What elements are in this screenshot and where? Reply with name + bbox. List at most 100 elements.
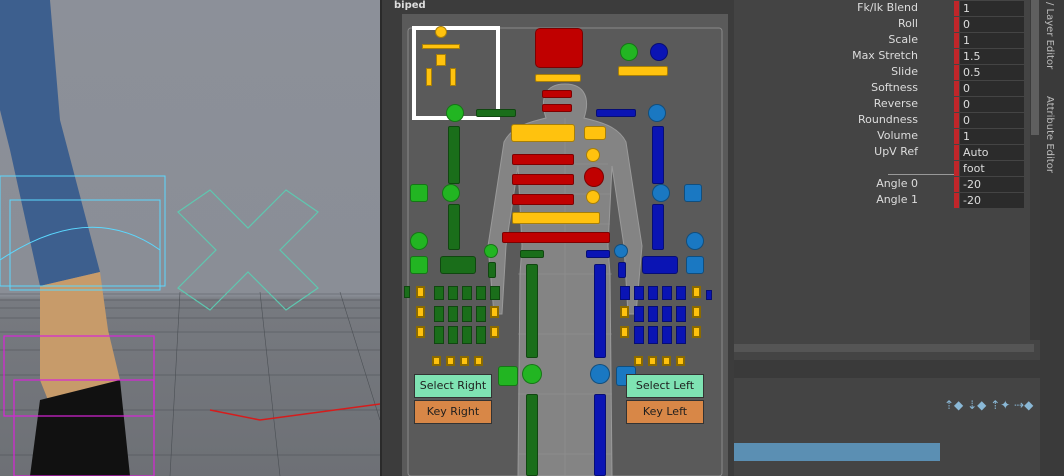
shin-left[interactable]	[594, 394, 606, 476]
knee-ik-left[interactable]	[590, 364, 610, 384]
finger-5-right[interactable]	[490, 286, 500, 300]
attr-value-field[interactable]: 1	[960, 33, 1024, 48]
thumb-dot-left[interactable]	[614, 244, 628, 258]
finger-4-right[interactable]	[476, 286, 486, 300]
mini-figure-head[interactable]	[435, 26, 447, 38]
attr-value-field[interactable]: 0	[960, 81, 1024, 96]
finger-dot-left-2[interactable]	[648, 356, 657, 366]
finger-dot-right-3[interactable]	[460, 356, 469, 366]
finger-1-left[interactable]	[620, 286, 630, 300]
finger-joint-left-3[interactable]	[692, 306, 701, 318]
finger-joint-right-3[interactable]	[490, 306, 499, 318]
select-right-button[interactable]: Select Right	[414, 374, 492, 398]
spine-dot-1[interactable]	[586, 148, 600, 162]
spine-fk-1[interactable]	[512, 154, 574, 165]
finger-2-left[interactable]	[634, 286, 644, 300]
hand-right[interactable]	[440, 256, 476, 274]
finger-7-left[interactable]	[648, 306, 658, 322]
spine-dot-2[interactable]	[586, 190, 600, 204]
finger-8-right[interactable]	[462, 306, 472, 322]
finger-joint-right-5[interactable]	[490, 326, 499, 338]
finger-1-right[interactable]	[434, 286, 444, 300]
finger-2-right[interactable]	[448, 286, 458, 300]
finger-11-right[interactable]	[448, 326, 458, 344]
elbow-ik-right[interactable]	[442, 184, 460, 202]
layer-tools-icons[interactable]: ⇡◆ ⇣◆ ⇡✦ ⇢◆	[944, 398, 1033, 412]
finger-dot-left-1[interactable]	[634, 356, 643, 366]
finger-dot-right-2[interactable]	[446, 356, 455, 366]
hip-left[interactable]	[586, 250, 610, 258]
finger-dot-left-3[interactable]	[662, 356, 671, 366]
attr-row[interactable]: foot	[734, 161, 1034, 176]
clavicle-ik-right[interactable]	[446, 104, 464, 122]
attr-row[interactable]: UpV Ref Auto	[734, 145, 1034, 160]
shoulder-left[interactable]	[596, 109, 636, 117]
attr-value-field[interactable]: 0	[960, 113, 1024, 128]
finger-9-left[interactable]	[676, 306, 686, 322]
neck-control[interactable]	[535, 74, 581, 82]
finger-13-left[interactable]	[676, 326, 686, 344]
attr-row[interactable]: Roundness 0	[734, 113, 1034, 128]
attr-row[interactable]: Softness 0	[734, 81, 1034, 96]
forearm-left[interactable]	[652, 204, 664, 250]
thumb-dot-right[interactable]	[484, 244, 498, 258]
mini-figure-leg-l[interactable]	[450, 68, 456, 86]
shoulder-right[interactable]	[476, 109, 516, 117]
tab-layer-editor[interactable]: / Layer Editor	[1044, 2, 1055, 69]
finger-8-left[interactable]	[662, 306, 672, 322]
finger-3-left[interactable]	[648, 286, 658, 300]
attr-row[interactable]: Angle 0 -20	[734, 177, 1034, 192]
attr-value-field[interactable]: -20	[960, 177, 1024, 192]
upper-arm-right[interactable]	[448, 126, 460, 184]
spine-ik-red[interactable]	[584, 167, 604, 187]
finger-6-right[interactable]	[434, 306, 444, 322]
thigh-right[interactable]	[526, 264, 538, 358]
wrist-ik-left[interactable]	[686, 232, 704, 250]
elbow-ik-left[interactable]	[652, 184, 670, 202]
finger-tip-right-0[interactable]	[404, 286, 410, 298]
viewport-3d[interactable]	[0, 0, 380, 476]
thumb-base-right[interactable]	[488, 262, 496, 278]
attr-row[interactable]: Volume 1	[734, 129, 1034, 144]
attr-row[interactable]: Scale 1	[734, 33, 1034, 48]
arm-ik-square-left[interactable]	[684, 184, 702, 202]
eye-control-blue[interactable]	[650, 43, 668, 61]
attr-value-field[interactable]: Auto	[960, 145, 1024, 160]
finger-12-left[interactable]	[662, 326, 672, 344]
hips-upper[interactable]	[512, 212, 600, 224]
attr-value-field[interactable]: 1	[960, 1, 1024, 16]
attr-row[interactable]: Fk/Ik Blend 1	[734, 1, 1034, 16]
wrist-ik-right[interactable]	[410, 232, 428, 250]
key-right-button[interactable]: Key Right	[414, 400, 492, 424]
finger-joint-right-4[interactable]	[416, 326, 425, 338]
knee-ik-right[interactable]	[522, 364, 542, 384]
spine-fk-3[interactable]	[512, 194, 574, 205]
finger-10-right[interactable]	[434, 326, 444, 344]
layer-bar[interactable]	[734, 443, 940, 461]
finger-joint-right-2[interactable]	[416, 306, 425, 318]
head-control[interactable]	[535, 28, 583, 68]
finger-13-right[interactable]	[476, 326, 486, 344]
finger-joint-left-5[interactable]	[692, 326, 701, 338]
finger-joint-left-2[interactable]	[620, 306, 629, 318]
finger-4-left[interactable]	[662, 286, 672, 300]
finger-7-right[interactable]	[448, 306, 458, 322]
mini-figure-arms[interactable]	[422, 44, 460, 49]
finger-tip-left-0[interactable]	[706, 290, 712, 300]
hand-ik-square-right[interactable]	[410, 256, 428, 274]
chest-control[interactable]	[511, 124, 575, 142]
eyes-control[interactable]	[618, 66, 668, 76]
finger-6-left[interactable]	[634, 306, 644, 322]
select-left-button[interactable]: Select Left	[626, 374, 704, 398]
attr-value-field[interactable]: 0	[960, 97, 1024, 112]
attr-value-field[interactable]: 0	[960, 17, 1024, 32]
finger-joint-right-1[interactable]	[416, 286, 425, 298]
finger-10-left[interactable]	[634, 326, 644, 344]
neck-fk-2[interactable]	[542, 104, 572, 112]
neck-fk-1[interactable]	[542, 90, 572, 98]
finger-joint-left-1[interactable]	[692, 286, 701, 298]
attr-row[interactable]: Slide 0.5	[734, 65, 1034, 80]
finger-dot-left-4[interactable]	[676, 356, 685, 366]
attr-value-field[interactable]: foot	[960, 161, 1024, 176]
channel-scroll-thumb[interactable]	[1031, 0, 1039, 135]
